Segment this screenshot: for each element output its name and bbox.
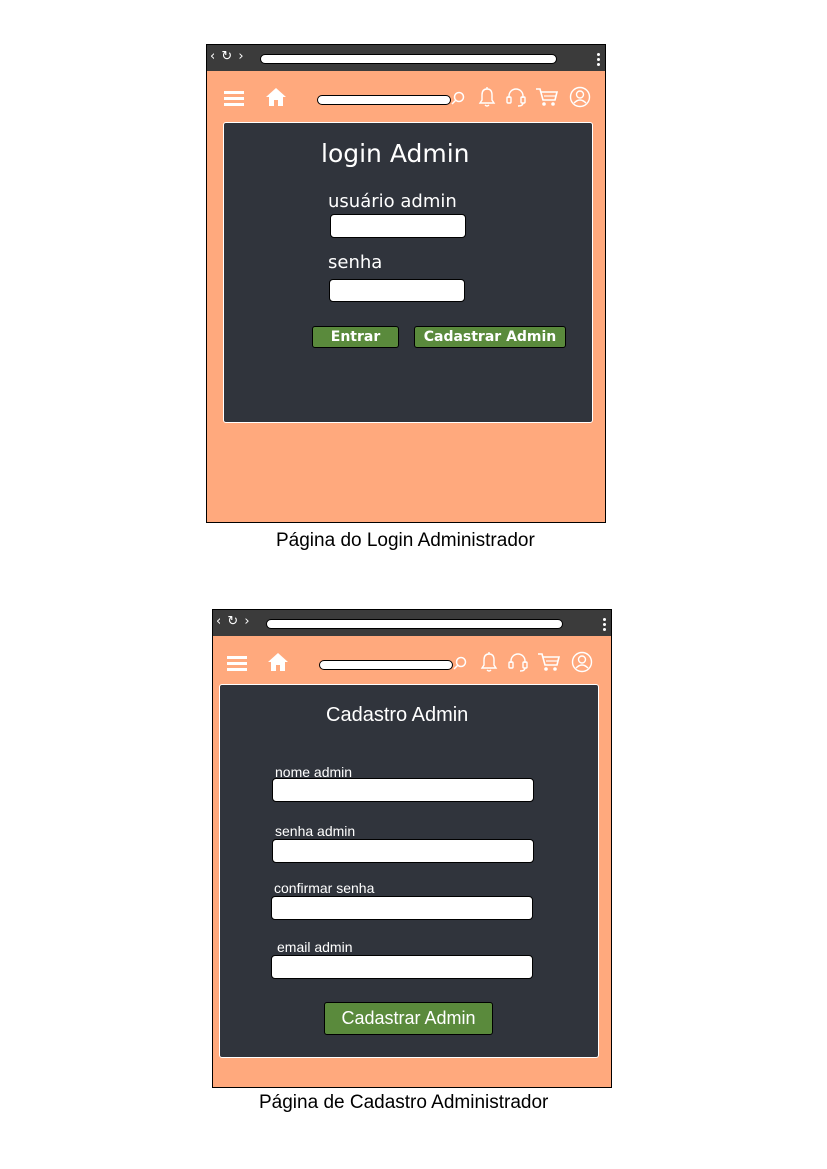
home-icon[interactable] bbox=[267, 652, 289, 672]
register-panel: Cadastro Admin nome admin senha admin co… bbox=[219, 684, 599, 1058]
address-bar[interactable] bbox=[266, 619, 563, 629]
browser-nav-buttons[interactable]: ‹ ↻ › bbox=[210, 49, 245, 64]
app-toolbar bbox=[213, 636, 611, 686]
bell-icon[interactable] bbox=[477, 86, 497, 108]
cart-icon[interactable] bbox=[537, 651, 561, 673]
app-toolbar bbox=[207, 71, 605, 121]
browser-top-bar: ‹ ↻ › bbox=[207, 45, 605, 71]
browser-top-bar: ‹ ↻ › bbox=[213, 610, 611, 636]
confirm-password-input[interactable] bbox=[271, 896, 533, 920]
address-bar[interactable] bbox=[260, 54, 557, 64]
email-label: email admin bbox=[277, 939, 353, 955]
login-page-caption: Página do Login Administrador bbox=[276, 530, 535, 551]
enter-button[interactable]: Entrar bbox=[312, 326, 399, 348]
register-password-input[interactable] bbox=[272, 839, 534, 863]
headset-icon[interactable] bbox=[507, 651, 529, 673]
register-title: Cadastro Admin bbox=[326, 704, 469, 726]
headset-icon[interactable] bbox=[505, 86, 527, 108]
email-input[interactable] bbox=[271, 955, 533, 979]
login-title: login Admin bbox=[321, 139, 470, 168]
search-input[interactable] bbox=[319, 660, 453, 670]
submit-register-button[interactable]: Cadastrar Admin bbox=[324, 1002, 493, 1035]
username-input[interactable] bbox=[330, 214, 466, 238]
register-password-label: senha admin bbox=[275, 823, 356, 839]
register-admin-button[interactable]: Cadastrar Admin bbox=[414, 326, 566, 348]
bell-icon[interactable] bbox=[479, 651, 499, 673]
search-icon[interactable] bbox=[453, 656, 467, 670]
search-icon[interactable] bbox=[451, 91, 465, 105]
home-icon[interactable] bbox=[265, 87, 287, 107]
password-label: senha bbox=[328, 252, 383, 273]
register-page-caption: Página de Cadastro Administrador bbox=[259, 1092, 549, 1113]
username-label: usuário admin bbox=[328, 191, 457, 212]
password-input[interactable] bbox=[329, 279, 465, 302]
login-panel: login Admin usuário admin senha Entrar C… bbox=[223, 122, 593, 423]
more-options-icon[interactable] bbox=[603, 618, 606, 633]
menu-icon[interactable] bbox=[227, 656, 247, 674]
user-icon[interactable] bbox=[571, 651, 593, 673]
confirm-password-label: confirmar senha bbox=[274, 880, 375, 896]
menu-icon[interactable] bbox=[224, 91, 244, 109]
login-browser-window: ‹ ↻ › login Admin usuário admin senha En… bbox=[206, 44, 606, 523]
browser-nav-buttons[interactable]: ‹ ↻ › bbox=[216, 614, 251, 629]
cart-icon[interactable] bbox=[535, 86, 559, 108]
name-input[interactable] bbox=[272, 778, 534, 802]
user-icon[interactable] bbox=[569, 86, 591, 108]
more-options-icon[interactable] bbox=[597, 53, 600, 68]
register-browser-window: ‹ ↻ › Cadastro Admin nome admin senha ad… bbox=[212, 609, 612, 1088]
search-input[interactable] bbox=[317, 95, 451, 105]
